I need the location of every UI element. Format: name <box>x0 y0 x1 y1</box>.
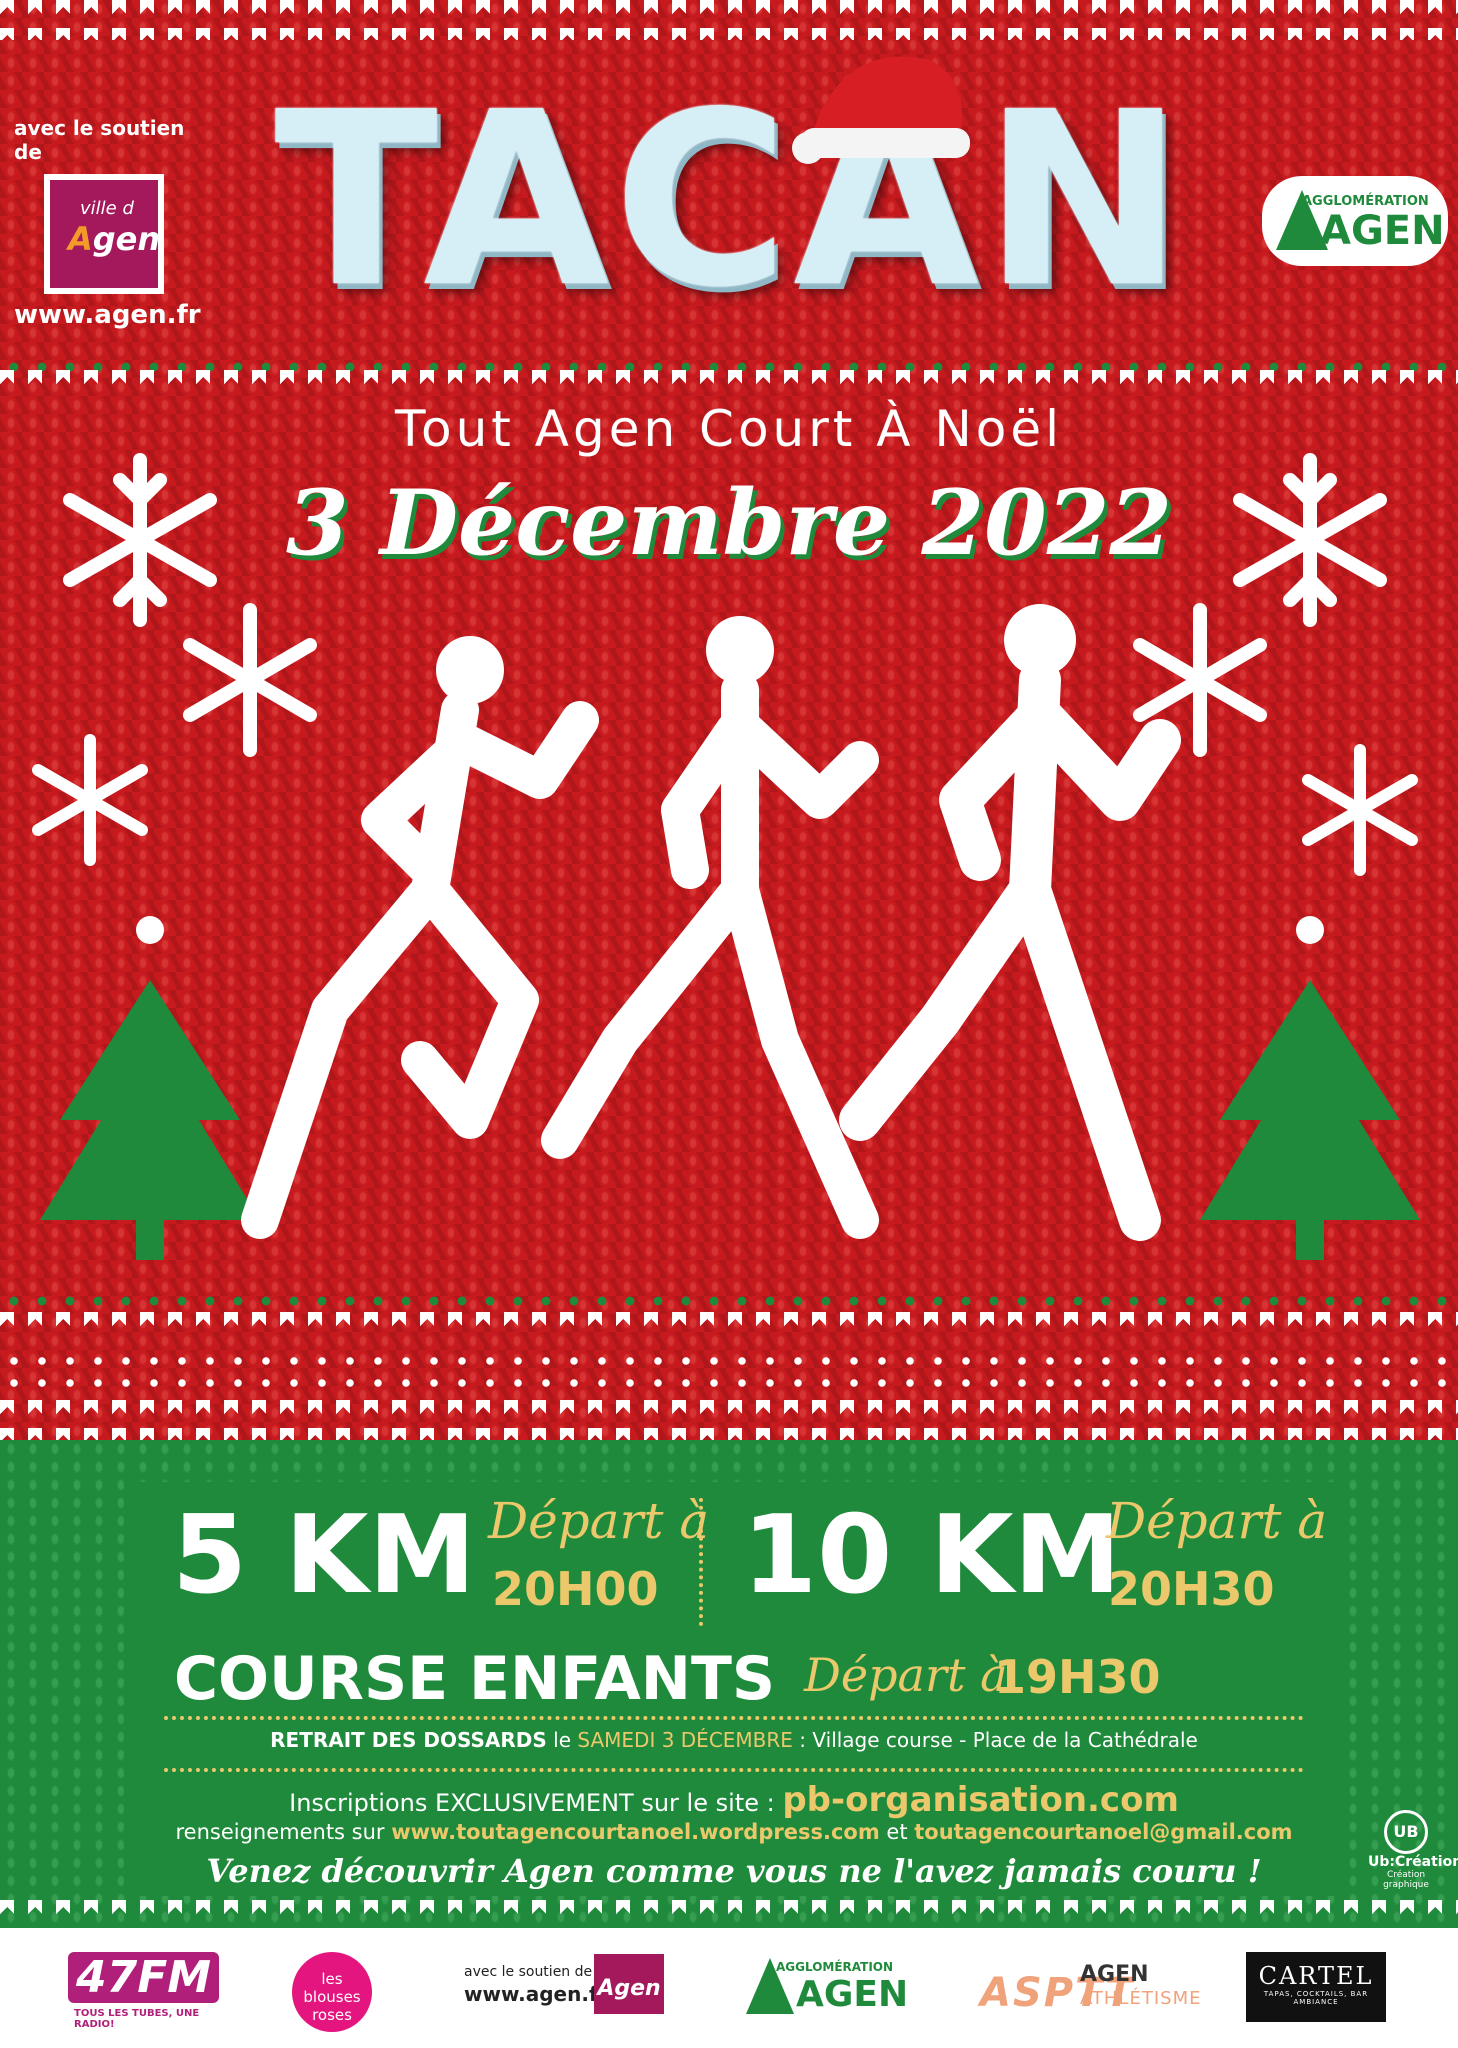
wordpress-link[interactable]: www.toutagencourtanoel.wordpress.com <box>391 1820 879 1844</box>
info-divider-2 <box>164 1768 1304 1772</box>
agglo-small-text: AGGLOMÉRATION <box>1302 194 1429 209</box>
radio-47fm-logo: 47FM TOUS LES TUBES, UNE RADIO! <box>68 1952 220 2032</box>
blouses-roses-logo: les blouses roses <box>292 1952 372 2032</box>
christmas-tree-icon <box>40 916 260 1260</box>
race-10km-distance: 10 KM <box>742 1493 1122 1618</box>
santa-hat-icon <box>792 56 970 164</box>
support-label: avec le soutien de <box>14 116 185 164</box>
radio-tagline: TOUS LES TUBES, UNE RADIO! <box>74 2008 200 2030</box>
designer-credit: UB Ub:Création Création graphique <box>1368 1810 1458 1890</box>
snowflake-icon <box>32 734 148 866</box>
bottom-zigzag-band <box>0 1400 1458 1440</box>
snowflake-icon <box>1302 744 1418 876</box>
radio-name: 47FM <box>68 1952 220 2003</box>
designer-sub: Création graphique <box>1383 1870 1429 1890</box>
green-bottom-zigzag <box>0 1900 1458 1928</box>
race-5km-depart-label: Départ à <box>488 1492 710 1550</box>
info-divider <box>164 1716 1304 1720</box>
website-link[interactable]: www.agen.fr <box>14 300 214 330</box>
ville-agen-logo: ville d Agen <box>44 174 164 294</box>
footer-ville-agen-logo: avec le soutien de www.agen.fr Agen <box>464 1952 684 2032</box>
snowflake-icon <box>183 603 317 757</box>
registration-site-link[interactable]: pb-organisation.com <box>782 1780 1179 1820</box>
snowflake-icon <box>63 453 217 627</box>
race-divider <box>699 1498 703 1626</box>
knit-artwork <box>32 453 1420 1260</box>
bib-pickup-info: RETRAIT DES DOSSARDS le SAMEDI 3 DÉCEMBR… <box>270 1728 1198 1752</box>
ville-logo-small-text: ville d <box>80 198 134 219</box>
white-dot-band <box>0 1350 1458 1394</box>
footer-agglo-logo: AGGLOMÉRATION AGEN <box>740 1952 930 2032</box>
white-zigzag-row <box>0 370 1458 398</box>
runner-figure-right <box>839 604 1181 1241</box>
kids-race-depart-label: Départ à <box>804 1648 1008 1702</box>
footer-website[interactable]: www.agen.fr <box>464 1982 608 2006</box>
ub-logo-icon: UB <box>1384 1810 1428 1854</box>
race-5km-time: 20H00 <box>492 1562 659 1616</box>
registration-info: Inscriptions EXCLUSIVEMENT sur le site :… <box>289 1780 1179 1820</box>
race-info-panel: 5 KM Départ à 20H00 10 KM Départ à 20H30… <box>124 1482 1344 1896</box>
kids-race-label: COURSE ENFANTS <box>174 1644 776 1714</box>
race-5km-distance: 5 KM <box>172 1493 476 1618</box>
ville-agen-sponsor: avec le soutien de ville d Agen www.agen… <box>14 116 214 330</box>
snowflake-icon <box>1233 453 1387 627</box>
white-zigzag-lower <box>0 1312 1458 1340</box>
contact-info: renseignements sur www.toutagencourtanoe… <box>175 1820 1293 1844</box>
race-10km-depart-label: Départ à <box>1106 1492 1328 1550</box>
cartel-logo: CARTEL TAPAS, COCKTAILS, BAR AMBIANCE <box>1246 1952 1386 2032</box>
runner-figure-left <box>241 636 599 1239</box>
kids-race-time: 19H30 <box>994 1650 1161 1704</box>
agglomeration-agen-logo: AGGLOMÉRATION AGEN <box>1262 176 1448 266</box>
agglo-big-text: AGEN <box>1320 208 1445 254</box>
email-link[interactable]: toutagencourtanoel@gmail.com <box>914 1820 1292 1844</box>
runner-figure-middle <box>541 616 879 1239</box>
event-title: TACAN <box>274 60 1188 340</box>
designer-brand: Ub:Création <box>1368 1854 1458 1870</box>
footer-ville-badge: Agen <box>594 1954 664 2014</box>
race-10km-time: 20H30 <box>1108 1562 1275 1616</box>
green-dot-row-lower <box>0 1290 1458 1312</box>
asptt-logo: ASPTT AGEN ATHLÉTISME <box>980 1962 1202 2016</box>
christmas-tree-icon <box>1200 916 1420 1260</box>
ville-logo-big-text: Agen <box>68 220 161 258</box>
footer-support-label: avec le soutien de <box>464 1964 593 1980</box>
top-zigzag-band <box>0 0 1458 40</box>
slogan: Venez découvrir Agen comme vous ne l'ave… <box>206 1852 1262 1890</box>
